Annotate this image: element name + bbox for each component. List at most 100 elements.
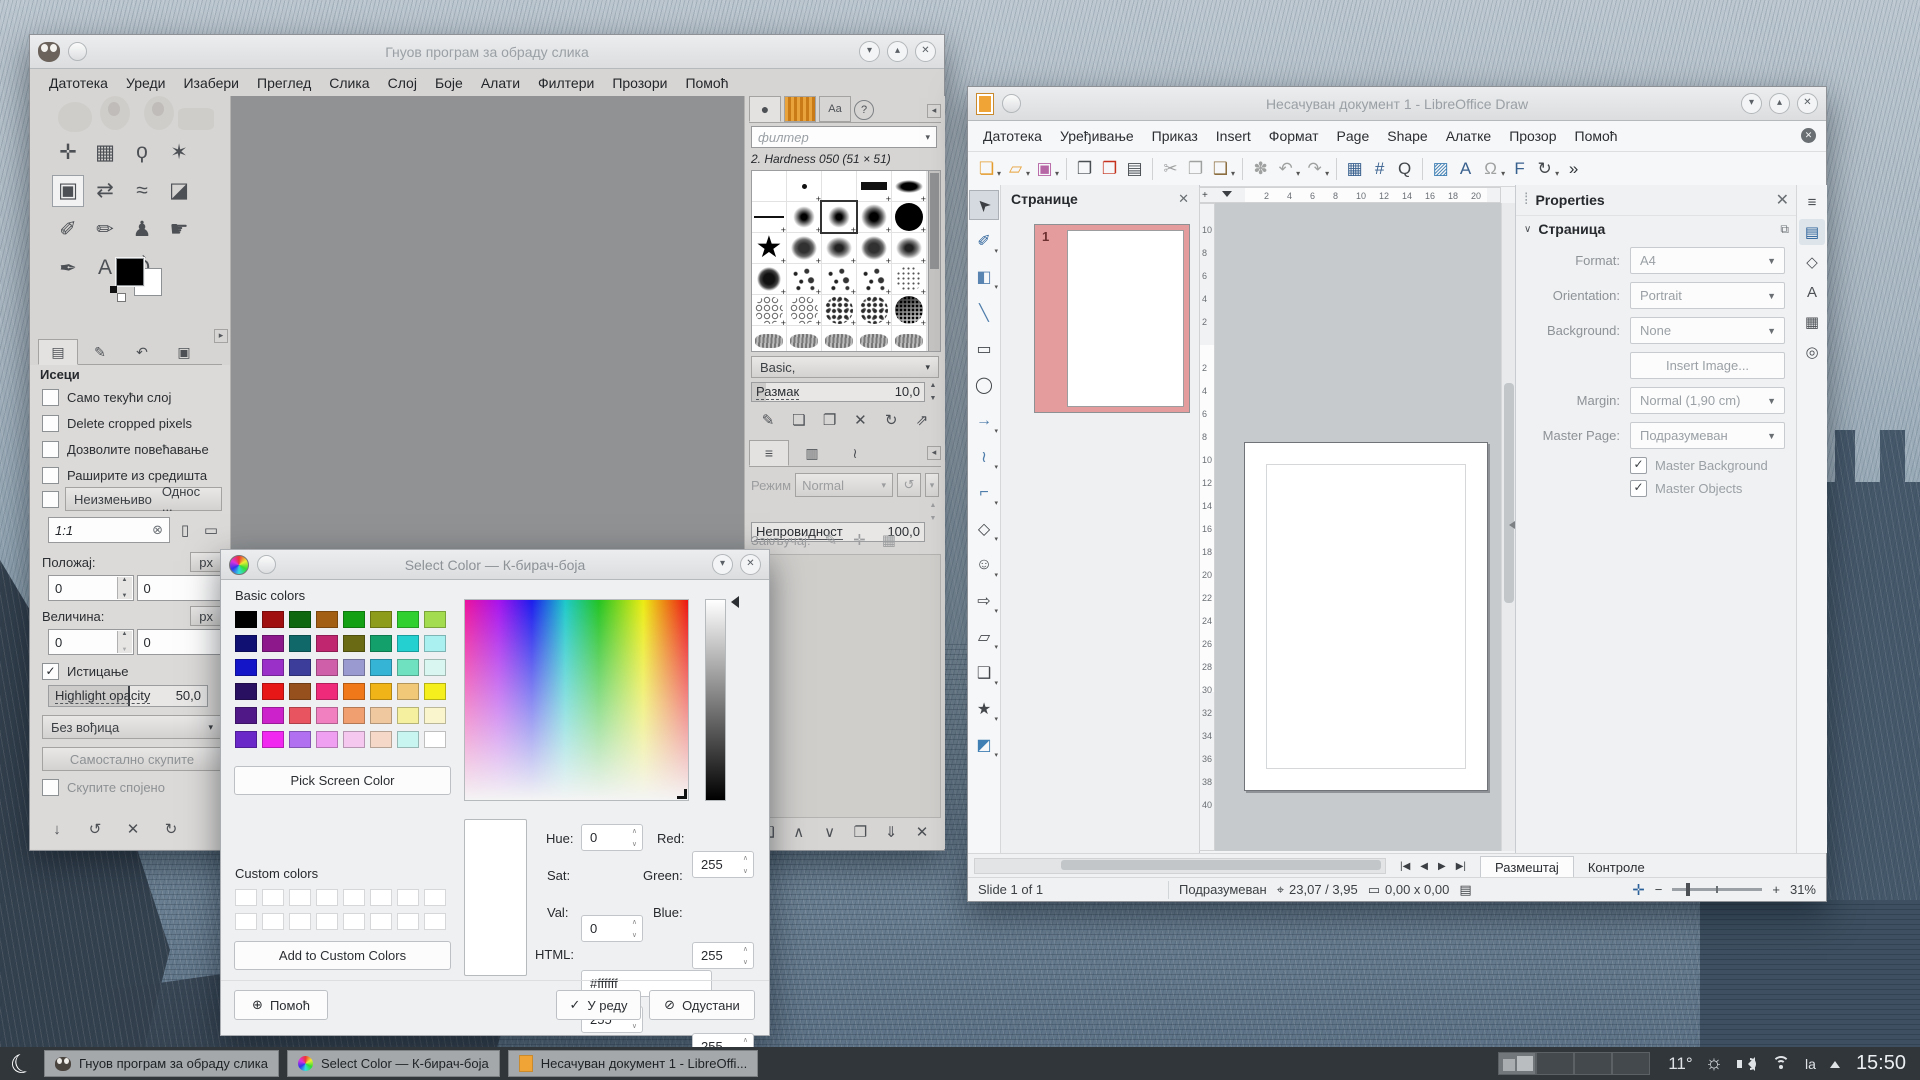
brush-item[interactable] [892, 171, 926, 201]
snap-guides-icon[interactable]: # [1367, 157, 1392, 182]
basic-color-swatch[interactable] [424, 731, 446, 748]
tab-images[interactable]: ▣ [164, 339, 204, 365]
basic-color-swatch[interactable] [424, 635, 446, 652]
brush-item[interactable] [787, 171, 821, 201]
tab-layers[interactable]: ≡ [749, 440, 789, 466]
size-width-input[interactable]: 0▲▼ [48, 629, 134, 655]
flip-tool[interactable]: ⇄ [89, 175, 121, 207]
brush-item[interactable] [752, 202, 786, 232]
layers-list[interactable] [751, 554, 941, 818]
block-arrows[interactable]: ⇨▾ [969, 586, 999, 616]
paste-icon[interactable]: ❑ [1208, 157, 1233, 182]
move-tool[interactable]: ✛ [52, 136, 84, 168]
collapse-icon[interactable]: ◂ [927, 104, 941, 118]
fill-color[interactable]: ◧▾ [969, 262, 999, 292]
spacing-spinner[interactable]: ▲▼ [927, 382, 939, 402]
flowchart-shapes[interactable]: ▱▾ [969, 622, 999, 652]
custom-color-swatch[interactable] [235, 913, 257, 930]
weather-temperature[interactable]: 11° [1668, 1054, 1692, 1074]
checkbox[interactable] [42, 389, 59, 406]
copy-icon[interactable]: ❐ [1183, 157, 1208, 182]
green-input[interactable]: 255∧∨ [692, 942, 754, 969]
clone-formatting-icon[interactable]: ✽ [1248, 157, 1273, 182]
basic-color-swatch[interactable] [424, 707, 446, 724]
minimize-button[interactable]: ▾ [712, 554, 733, 575]
basic-color-swatch[interactable] [343, 635, 365, 652]
export-icon[interactable]: ❐ [1072, 157, 1097, 182]
print-icon[interactable]: ▤ [1122, 157, 1147, 182]
brush-item[interactable] [857, 326, 891, 352]
close-icon[interactable]: ✕ [1776, 190, 1789, 210]
draw-canvas[interactable] [1215, 203, 1501, 851]
free-select-tool[interactable]: ϙ [126, 136, 158, 168]
orientation-dropdown[interactable]: Portrait▼ [1630, 282, 1785, 309]
brush-item[interactable] [787, 202, 821, 232]
basic-color-swatch[interactable] [262, 707, 284, 724]
minimize-button[interactable]: ▾ [859, 41, 880, 62]
chevron-down-icon[interactable]: ▾ [1055, 169, 1059, 178]
brush-item[interactable] [857, 202, 891, 232]
position-unit-dropdown[interactable]: px [190, 552, 222, 572]
clear-icon[interactable]: ⊗ [152, 522, 163, 538]
lock-position-icon[interactable]: ✛ [853, 531, 866, 549]
save-preset-button[interactable]: ↓ [42, 817, 72, 841]
window-menu-button[interactable] [1002, 94, 1021, 113]
brush-item[interactable] [857, 264, 891, 294]
basic-color-swatch[interactable] [397, 635, 419, 652]
basic-shapes[interactable]: ◇▾ [969, 514, 999, 544]
dock-menu-icon[interactable]: ▸ [214, 329, 228, 343]
autoshrink-button[interactable]: Самостално скупите [42, 747, 222, 771]
close-button[interactable]: ✕ [740, 554, 761, 575]
custom-color-swatch[interactable] [370, 889, 392, 906]
custom-color-swatch[interactable] [424, 889, 446, 906]
paths-tool[interactable]: ✒ [52, 252, 84, 284]
guides-dropdown[interactable]: Без вођица ▾ [42, 715, 222, 739]
basic-color-swatch[interactable] [289, 707, 311, 724]
value-bar[interactable] [705, 599, 726, 801]
ok-button[interactable]: ✓У реду [556, 990, 641, 1020]
tab-properties[interactable]: ▤ [1799, 219, 1825, 245]
chevron-down-icon[interactable]: ▾ [1026, 169, 1030, 178]
rectangle-tool[interactable]: ▭ [969, 334, 999, 364]
window-menu-button[interactable] [68, 42, 87, 61]
checkbox[interactable] [42, 415, 59, 432]
gimp-menu-Боје[interactable]: Боје [426, 75, 472, 91]
vertical-ruler[interactable]: 1086422468101214161820222426283032343638… [1199, 203, 1215, 851]
clone-tool[interactable]: ♟ [126, 214, 158, 246]
fixed-checkbox[interactable] [42, 491, 59, 508]
basic-color-swatch[interactable] [424, 683, 446, 700]
basic-color-swatch[interactable] [316, 635, 338, 652]
spacing-slider[interactable]: Размак 10,0 [751, 382, 925, 402]
custom-color-swatch[interactable] [343, 889, 365, 906]
format-dropdown[interactable]: A4▼ [1630, 247, 1785, 274]
brush-item[interactable] [752, 264, 786, 294]
symbol-shapes[interactable]: ☺▾ [969, 550, 999, 580]
zoom-slider[interactable] [1672, 888, 1762, 891]
cancel-button[interactable]: ⊘Одустани [649, 990, 755, 1020]
network-icon[interactable] [1771, 1056, 1791, 1072]
custom-color-swatch[interactable] [316, 913, 338, 930]
red-input[interactable]: 255∧∨ [692, 851, 754, 878]
basic-color-swatch[interactable] [316, 683, 338, 700]
basic-color-swatch[interactable] [370, 731, 392, 748]
custom-color-swatch[interactable] [370, 913, 392, 930]
brush-item[interactable] [857, 295, 891, 325]
page-style[interactable]: Подразумеван [1179, 882, 1267, 897]
foreground-color-swatch[interactable] [116, 258, 144, 286]
position-x-input[interactable]: 0▲▼ [48, 575, 134, 601]
basic-color-swatch[interactable] [235, 731, 257, 748]
basic-color-swatch[interactable] [397, 707, 419, 724]
display-grid-icon[interactable]: ▦ [1342, 157, 1367, 182]
brush-item[interactable] [857, 171, 891, 201]
draw-menu-Shape[interactable]: Shape [1378, 128, 1436, 144]
basic-color-swatch[interactable] [262, 731, 284, 748]
brush-item[interactable] [787, 233, 821, 263]
custom-color-swatch[interactable] [397, 913, 419, 930]
basic-color-swatch[interactable] [424, 611, 446, 628]
tab-paths[interactable]: ≀ [835, 440, 875, 466]
brush-item[interactable]: ★ [752, 233, 786, 263]
delete-brush-button[interactable]: ✕ [845, 408, 875, 432]
mode-reset-icon[interactable]: ↺ [897, 473, 921, 497]
brush-item[interactable] [752, 295, 786, 325]
shrink-merged-checkbox[interactable] [42, 779, 59, 796]
